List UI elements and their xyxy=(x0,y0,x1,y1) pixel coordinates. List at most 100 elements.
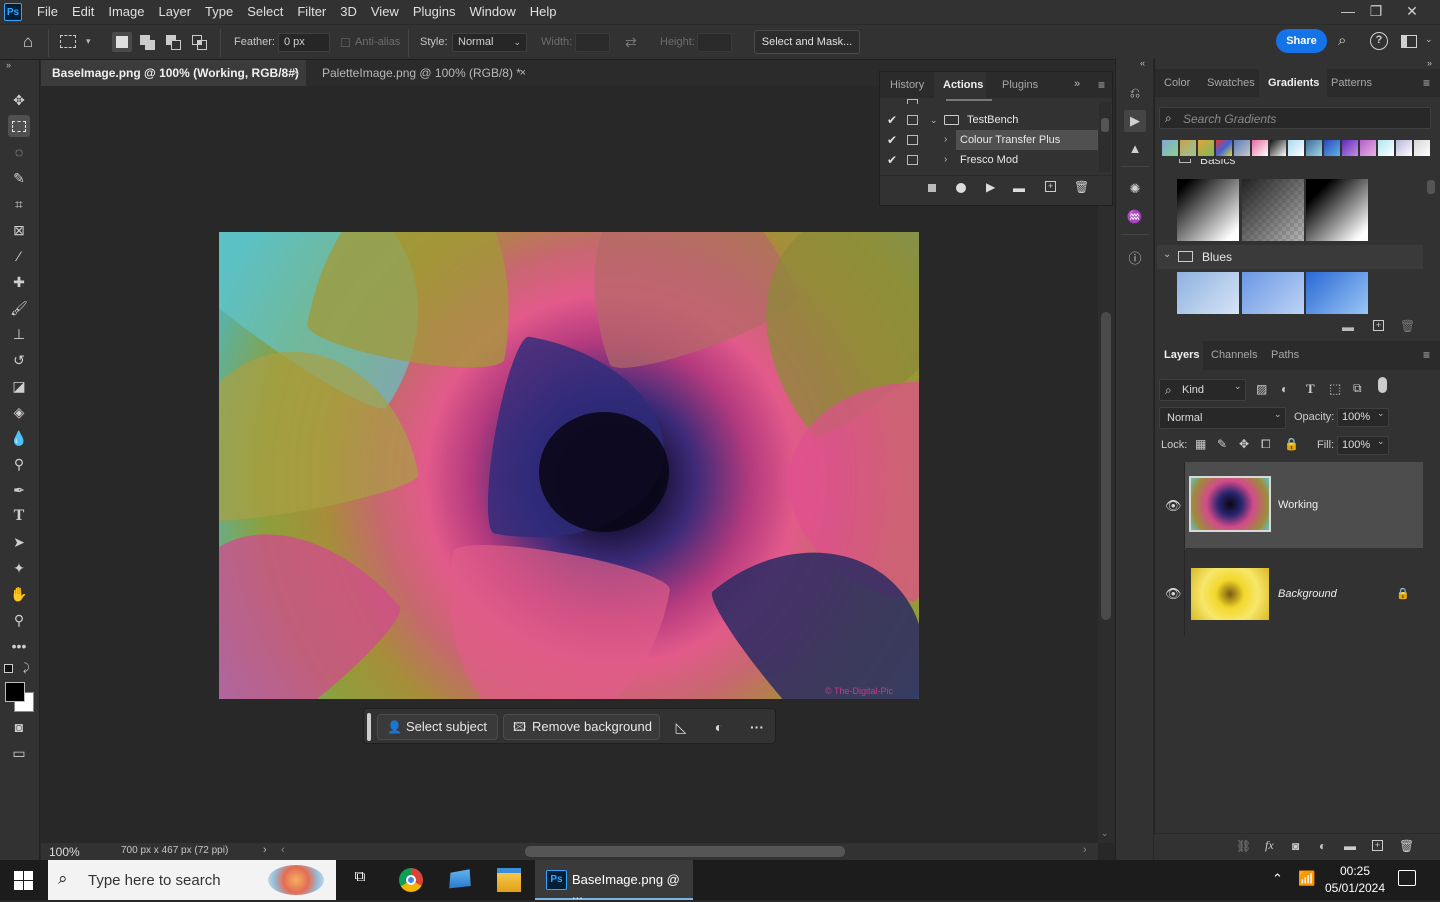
height-input[interactable] xyxy=(697,33,732,52)
panel-menu-icon[interactable]: ≡ xyxy=(1098,78,1105,92)
layer-filter-select[interactable]: ⌕ Kind ⌄ xyxy=(1159,379,1246,401)
scroll-thumb[interactable] xyxy=(1101,312,1111,620)
lock-image-icon[interactable]: ✎ xyxy=(1217,437,1227,451)
width-input[interactable] xyxy=(575,33,610,52)
actions-panel-icon[interactable]: ▶ xyxy=(1124,110,1146,132)
zoom-tool-icon[interactable]: ⚲ xyxy=(8,609,30,631)
chevron-down-icon[interactable]: ⌄ xyxy=(1425,34,1433,45)
menu-image[interactable]: Image xyxy=(101,0,151,24)
eyedropper-tool-icon[interactable]: ⁄ xyxy=(8,245,30,267)
photoshop-taskbar-button[interactable]: Ps BaseImage.png @ ... xyxy=(535,860,693,902)
foreground-color-swatch[interactable] xyxy=(5,682,25,702)
tab-color[interactable]: Color xyxy=(1164,77,1190,89)
rectangular-marquee-tool-icon[interactable] xyxy=(8,115,30,137)
action-row[interactable]: ✔ › Fresco Mod xyxy=(880,150,1098,170)
help-icon[interactable]: ? xyxy=(1370,32,1388,50)
chevron-right-icon[interactable]: › xyxy=(263,844,267,856)
network-icon[interactable]: 📶 xyxy=(1298,870,1315,887)
history-panel-icon[interactable]: ⎌ xyxy=(1124,82,1146,104)
path-selection-tool-icon[interactable]: ➤ xyxy=(8,531,30,553)
fill-input[interactable]: 100% ⌄ xyxy=(1337,436,1389,455)
play-icon[interactable]: ▶ xyxy=(986,180,995,194)
tab-plugins[interactable]: Plugins xyxy=(1002,79,1038,91)
add-to-selection-icon[interactable] xyxy=(140,35,155,50)
notifications-icon[interactable] xyxy=(1398,870,1416,886)
menu-layer[interactable]: Layer xyxy=(152,0,199,24)
gradient-swatch[interactable] xyxy=(1177,272,1239,314)
collapse-dock-icon[interactable]: « xyxy=(1140,58,1145,68)
adjustment-icon[interactable]: ◐ xyxy=(708,716,730,738)
layer-thumbnail[interactable] xyxy=(1189,566,1271,622)
lock-artboard-icon[interactable]: ⧠ xyxy=(1261,437,1271,452)
windows-start-icon[interactable] xyxy=(14,871,33,890)
info-panel-icon[interactable]: ⓘ xyxy=(1124,248,1146,270)
close-window-icon[interactable]: ✕ xyxy=(1396,0,1428,24)
eye-icon[interactable]: 👁 xyxy=(1165,586,1182,602)
eraser-tool-icon[interactable]: ◪ xyxy=(8,375,30,397)
subtract-from-selection-icon[interactable] xyxy=(166,35,181,50)
panel-menu-icon[interactable]: ≡ xyxy=(1423,76,1430,90)
zoom-level[interactable]: 100% xyxy=(49,845,80,859)
history-brush-tool-icon[interactable]: ↺ xyxy=(8,349,30,371)
brush-tool-icon[interactable]: 🖌 xyxy=(8,297,30,319)
brush-settings-icon[interactable]: ✺ xyxy=(1124,178,1146,200)
menu-edit[interactable]: Edit xyxy=(65,0,101,24)
home-icon[interactable]: ⌂ xyxy=(17,32,39,54)
document-image[interactable]: © The-Digital-Pic xyxy=(219,232,919,699)
swap-colors-icon[interactable]: ⤸ xyxy=(23,662,30,675)
scroll-right-icon[interactable]: › xyxy=(1083,844,1087,856)
new-adjustment-icon[interactable]: ◐ xyxy=(1319,839,1326,853)
more-tools-icon[interactable]: ••• xyxy=(8,635,30,657)
gradient-swatch[interactable] xyxy=(1242,272,1304,314)
fx-icon[interactable]: fx xyxy=(1265,838,1274,853)
select-and-mask-button[interactable]: Select and Mask... xyxy=(754,30,860,54)
new-group-icon[interactable]: ▬ xyxy=(1342,320,1354,334)
menu-help[interactable]: Help xyxy=(523,0,564,24)
gradient-search-input[interactable]: ⌕ Search Gradients xyxy=(1159,107,1431,129)
intersect-selection-icon[interactable] xyxy=(192,35,207,50)
dialog-toggle-icon[interactable] xyxy=(907,115,918,125)
default-colors-icon[interactable] xyxy=(4,664,13,673)
chevron-down-icon[interactable]: ⌄ xyxy=(1377,436,1385,447)
action-row[interactable]: ✔ › Colour Transfer Plus xyxy=(880,130,1098,150)
tab-swatches[interactable]: Swatches xyxy=(1207,77,1255,89)
tab-patterns[interactable]: Patterns xyxy=(1331,77,1372,89)
layer-name[interactable]: Background xyxy=(1278,588,1337,600)
link-layers-icon[interactable]: ⛓ xyxy=(1236,839,1251,853)
layer-row-background[interactable]: 👁 Background 🔒 xyxy=(1157,550,1423,636)
actions-scrollbar[interactable] xyxy=(1099,102,1111,172)
dialog-toggle-icon[interactable] xyxy=(907,155,918,165)
select-subject-button[interactable]: 👤 Select subject xyxy=(377,714,498,740)
add-mask-icon[interactable]: ◙ xyxy=(1292,839,1299,853)
filter-type-icon[interactable]: T xyxy=(1306,381,1315,397)
action-set-row[interactable]: ✔ ⌄ TestBench xyxy=(880,110,1098,130)
custom-shape-tool-icon[interactable]: ✦ xyxy=(8,557,30,579)
collapse-toolbar-icon[interactable]: » xyxy=(6,60,11,70)
style-select[interactable]: Normal ⌄ xyxy=(452,33,527,52)
close-tab-icon[interactable]: × xyxy=(520,60,526,86)
antialias-checkbox[interactable] xyxy=(341,38,350,47)
show-hidden-icons-icon[interactable]: ⌃ xyxy=(1272,871,1283,887)
menu-file[interactable]: File xyxy=(30,0,65,24)
eye-icon[interactable]: 👁 xyxy=(1165,498,1182,514)
plugins-panel-icon[interactable]: ▲ xyxy=(1124,138,1146,160)
close-tab-icon[interactable]: × xyxy=(293,60,299,86)
gradient-swatch[interactable] xyxy=(1306,272,1368,314)
scroll-down-icon[interactable]: ⌄ xyxy=(1101,828,1109,839)
clone-stamp-tool-icon[interactable]: ⊥ xyxy=(8,323,30,345)
filter-shape-icon[interactable]: ⬚ xyxy=(1329,381,1341,397)
menu-type[interactable]: Type xyxy=(198,0,240,24)
lasso-tool-icon[interactable]: ◌ xyxy=(8,141,30,163)
tab-paletteimage[interactable]: PaletteImage.png @ 100% (RGB/8) * × xyxy=(311,60,533,86)
brushes-panel-icon[interactable]: ♒ xyxy=(1124,206,1146,228)
gradient-swatch[interactable] xyxy=(1306,179,1368,241)
workspace-icon[interactable] xyxy=(1401,35,1417,48)
dodge-tool-icon[interactable]: ⚲ xyxy=(8,453,30,475)
gradient-swatch[interactable] xyxy=(1242,179,1304,241)
lock-position-icon[interactable]: ✥ xyxy=(1239,437,1249,451)
remove-background-button[interactable]: 🖾 Remove background xyxy=(503,714,660,740)
file-explorer-icon[interactable] xyxy=(497,868,521,892)
pen-tool-icon[interactable]: ✒ xyxy=(8,479,30,501)
menu-plugins[interactable]: Plugins xyxy=(406,0,463,24)
trash-icon[interactable]: 🗑 xyxy=(1400,319,1415,333)
